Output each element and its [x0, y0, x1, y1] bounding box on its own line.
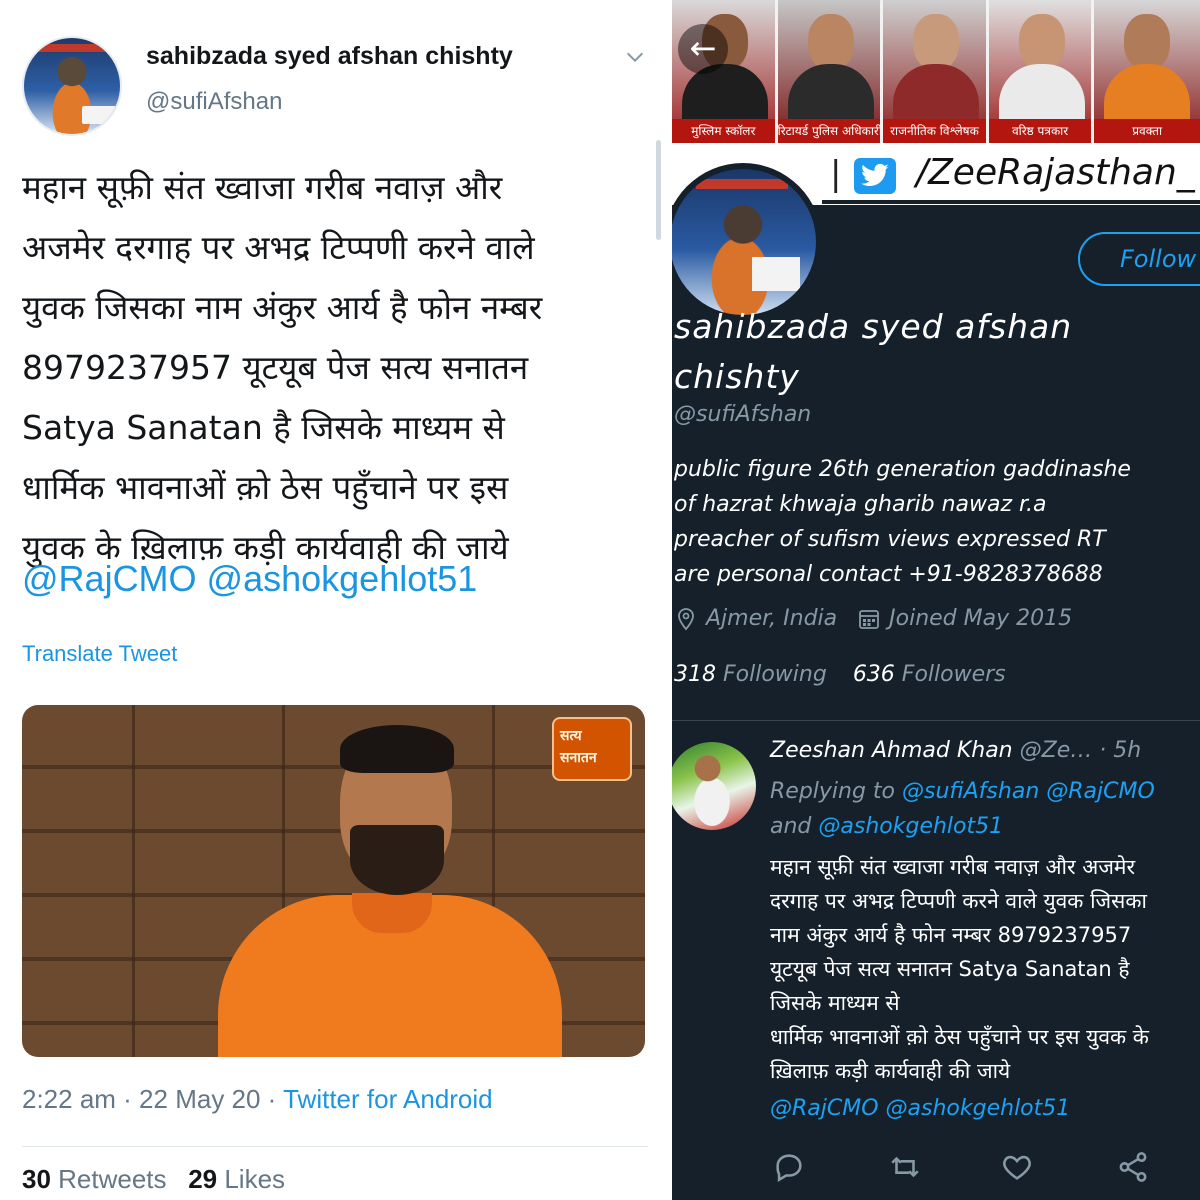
author-handle[interactable]: @sufiAfshan — [146, 88, 282, 116]
replying-mention-2[interactable]: @ashokgehlot51 — [818, 814, 1003, 839]
tweet-line: अजमेर दरगाह पर अभद्र टिप्पणी करने वाले — [22, 228, 535, 267]
tv-panel: राजनीतिक विश्लेषक — [883, 0, 989, 143]
reply-line: महान सूफ़ी संत ख्वाजा गरीब नवाज़ और अजमे… — [770, 855, 1136, 879]
divider-pipe: | — [830, 154, 842, 194]
location-pin-icon — [678, 607, 694, 630]
follow-button[interactable]: Follow — [1078, 232, 1200, 286]
reply-author-name[interactable]: Zeeshan Ahmad Khan — [770, 738, 1013, 763]
twitter-bird-icon — [854, 158, 896, 194]
following-label: Following — [716, 662, 827, 687]
translate-tweet-link[interactable]: Translate Tweet — [22, 641, 177, 667]
tweet-line: महान सूफ़ी संत ख्वाजा गरीब नवाज़ और — [22, 168, 503, 207]
calendar-icon — [859, 609, 880, 629]
profile-bio: public figure 26th generation gaddinashe… — [674, 457, 1131, 587]
follow-stats: 318 Following 636 Followers — [674, 662, 1006, 687]
tweet-media-image[interactable]: सत्य सनातन — [22, 705, 645, 1057]
reply-body: महान सूफ़ी संत ख्वाजा गरीब नवाज़ और अजमे… — [770, 850, 1200, 1088]
tweet-mentions[interactable]: @RajCMO @ashokgehlot51 — [22, 558, 477, 600]
right-profile-panel: मुस्लिम स्कॉलर रिटायर्ड पुलिस अधिकारी रा… — [672, 0, 1200, 1200]
retweets-count[interactable]: 30 — [22, 1164, 51, 1194]
reply-header: Zeeshan Ahmad Khan @Ze… · 5h — [770, 738, 1200, 763]
divider — [22, 1146, 648, 1147]
tweet-line: युवक जिसका नाम अंकुर आर्य है फोन नम्बर — [22, 288, 543, 327]
followers-link[interactable]: 636 Followers — [853, 662, 1006, 687]
following-link[interactable]: 318 Following — [674, 662, 827, 687]
divider — [672, 720, 1200, 721]
retweet-icon[interactable] — [888, 1150, 922, 1184]
channel-logo: सत्य सनातन — [552, 717, 632, 781]
likes-label[interactable]: Likes — [217, 1164, 285, 1194]
reply-line: नाम अंकुर आर्य है फोन नम्बर 8979237957 — [770, 923, 1132, 947]
followers-label: Followers — [894, 662, 1006, 687]
replying-to: Replying to @sufiAfshan @RajCMO and @ash… — [770, 774, 1200, 844]
tv-panel: मुस्लिम स्कॉलर — [672, 0, 778, 143]
replying-mentions[interactable]: @sufiAfshan @RajCMO — [902, 779, 1155, 804]
reply-line: जिसके माध्यम से — [770, 991, 900, 1015]
like-icon[interactable] — [1000, 1150, 1034, 1184]
tweet-source-link[interactable]: Twitter for Android — [283, 1084, 493, 1114]
tv-caption: वरिष्ठ पत्रकार — [988, 119, 1092, 143]
tweet-line: Satya Sanatan है जिसके माध्यम से — [22, 408, 505, 447]
share-icon[interactable] — [1116, 1150, 1150, 1184]
chevron-down-icon[interactable] — [624, 46, 646, 68]
tweet-body: महान सूफ़ी संत ख्वाजा गरीब नवाज़ और अजमे… — [22, 158, 662, 578]
likes-count[interactable]: 29 — [188, 1164, 217, 1194]
author-display-name[interactable]: sahibzada syed afshan chishty — [146, 42, 513, 71]
reply-line: धार्मिक भावनाओं क़ो ठेस पहुँचाने पर इस य… — [770, 1025, 1149, 1049]
and-word: and — [770, 814, 819, 839]
reply-line: यूटयूब पेज सत्य सनातन Satya Sanatan है — [770, 957, 1130, 981]
tv-caption: रिटायर्ड पुलिस अधिकारी — [777, 119, 881, 143]
profile-joined-date: Joined May 2015 — [889, 606, 1073, 631]
tv-panel: प्रवक्ता — [1094, 0, 1200, 143]
reply-line: दरगाह पर अभद्र टिप्पणी करने वाले युवक जि… — [770, 889, 1147, 913]
tweet-timestamp: 2:22 am · 22 May 20 · — [22, 1084, 284, 1114]
tv-panel: वरिष्ठ पत्रकार — [988, 0, 1095, 143]
profile-meta: Ajmer, India Joined May 2015 — [674, 606, 1092, 631]
tv-caption: प्रवक्ता — [1094, 119, 1200, 143]
profile-avatar[interactable] — [672, 163, 822, 321]
reply-icon[interactable] — [772, 1150, 806, 1184]
reply-handle-time: @Ze… · 5h — [1012, 738, 1142, 763]
retweets-label[interactable]: Retweets — [51, 1164, 166, 1194]
followers-count: 636 — [852, 662, 895, 687]
tv-caption: मुस्लिम स्कॉलर — [672, 119, 775, 143]
tweet-meta: 2:22 am · 22 May 20 · Twitter for Androi… — [22, 1084, 493, 1115]
tv-caption: राजनीतिक विश्लेषक — [883, 119, 986, 143]
reply-line: ख़िलाफ़ कड़ी कार्यवाही की जाये — [770, 1059, 1011, 1083]
logo-text: सनातन — [560, 750, 597, 766]
profile-handle: @sufiAfshan — [674, 402, 812, 427]
logo-text: सत्य — [560, 728, 582, 744]
profile-display-name: sahibzada syed afshan chishty — [674, 307, 1073, 396]
tweet-line: धार्मिक भावनाओं क़ो ठेस पहुँचाने पर इस — [22, 468, 509, 507]
profile-location: Ajmer, India — [706, 606, 838, 631]
tweet-stats: 30 Retweets 29 Likes — [22, 1164, 285, 1195]
left-tweet-panel: sahibzada syed afshan chishty @sufiAfsha… — [0, 0, 668, 1200]
tv-panel-row: मुस्लिम स्कॉलर रिटायर्ड पुलिस अधिकारी रा… — [672, 0, 1200, 143]
banner-handle-text: /ZeeRajasthan_ — [916, 152, 1195, 193]
following-count: 318 — [674, 662, 716, 687]
reply-author-avatar[interactable] — [672, 742, 756, 830]
author-avatar[interactable] — [22, 36, 122, 136]
replying-prefix: Replying to — [770, 779, 903, 804]
tweet-actions — [772, 1150, 1192, 1186]
tv-panel: रिटायर्ड पुलिस अधिकारी — [777, 0, 884, 143]
back-arrow-icon[interactable]: ← — [678, 24, 728, 74]
tweet-line: 8979237957 यूटयूब पेज सत्य सनातन — [22, 348, 529, 387]
reply-mentions[interactable]: @RajCMO @ashokgehlot51 — [770, 1096, 1070, 1121]
